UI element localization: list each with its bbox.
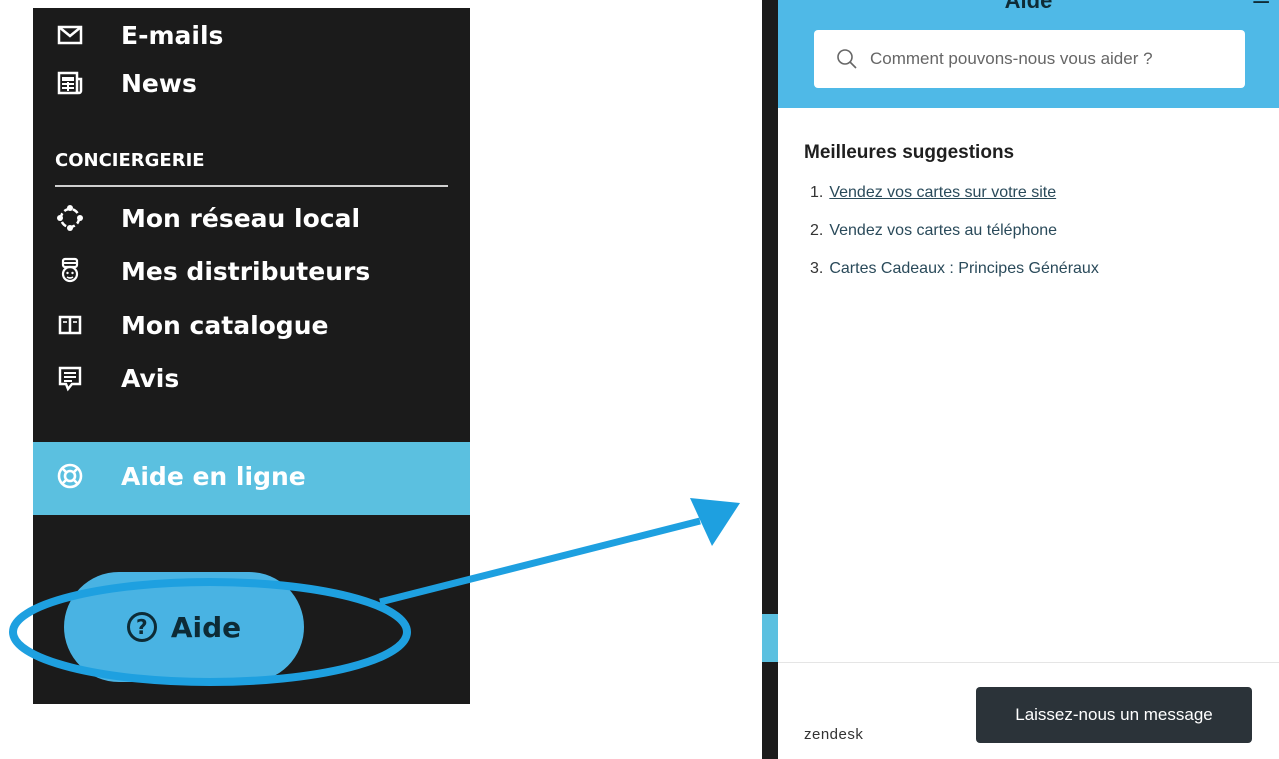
lifebuoy-icon [55, 461, 85, 491]
newspaper-icon [55, 68, 85, 98]
sidebar-item-label: E-mails [121, 20, 224, 50]
suggestions-list: 1. Vendez vos cartes sur votre site 2. V… [810, 178, 1099, 292]
network-icon [55, 203, 85, 233]
help-widget: Aide – Meilleures suggestions 1. Vendez … [762, 0, 1279, 759]
minimize-button[interactable]: – [1253, 0, 1269, 16]
widget-title: Aide [1004, 0, 1053, 13]
distributor-icon [55, 256, 85, 286]
leave-message-button[interactable]: Laissez-nous un message [976, 687, 1252, 743]
help-button[interactable]: ? Aide [64, 572, 304, 682]
sidebar-item-distributeurs[interactable]: Mes distributeurs [55, 256, 370, 286]
list-item: 2. Vendez vos cartes au téléphone [810, 216, 1099, 254]
background-edge-accent [762, 614, 778, 662]
list-item: 3. Cartes Cadeaux : Principes Généraux [810, 254, 1099, 292]
sidebar-item-emails[interactable]: E-mails [55, 20, 223, 50]
suggestion-number: 1. [810, 184, 824, 201]
suggestion-number: 2. [810, 222, 824, 239]
list-item: 1. Vendez vos cartes sur votre site [810, 178, 1099, 216]
sidebar-item-label: Mes distributeurs [121, 256, 371, 286]
sidebar-item-catalogue[interactable]: Mon catalogue [55, 310, 328, 340]
book-icon [55, 310, 85, 340]
search-icon [837, 49, 857, 69]
widget-header: Aide – [778, 0, 1279, 108]
divider [55, 185, 448, 187]
sidebar-item-reseau-local[interactable]: Mon réseau local [55, 203, 360, 233]
comment-icon [55, 363, 85, 393]
help-button-label: Aide [170, 610, 242, 644]
sidebar-item-label: Avis [121, 363, 180, 393]
sidebar-item-aide-en-ligne[interactable]: Aide en ligne [33, 442, 470, 515]
arrow-head-icon [690, 498, 740, 546]
sidebar-item-news[interactable]: News [55, 68, 197, 98]
suggestions-title: Meilleures suggestions [804, 142, 1015, 163]
sidebar-item-label: Mon réseau local [121, 203, 361, 233]
footer-divider [778, 662, 1279, 663]
help-panel: Aide – Meilleures suggestions 1. Vendez … [778, 0, 1279, 759]
suggestion-link[interactable]: Vendez vos cartes sur votre site [829, 178, 1056, 216]
sidebar-item-label: Aide en ligne [121, 461, 306, 491]
sidebar-item-avis[interactable]: Avis [55, 363, 179, 393]
search-input[interactable] [868, 48, 1232, 70]
question-icon: ? [126, 612, 157, 642]
zendesk-logo: zendesk [804, 726, 864, 743]
suggestion-link[interactable]: Cartes Cadeaux : Principes Généraux [829, 254, 1098, 292]
search-box[interactable] [814, 30, 1245, 88]
section-title: CONCIERGERIE [55, 150, 205, 171]
mail-icon [55, 20, 85, 50]
suggestion-link[interactable]: Vendez vos cartes au téléphone [829, 216, 1057, 254]
suggestion-number: 3. [810, 260, 824, 277]
sidebar-item-label: Mon catalogue [121, 310, 329, 340]
sidebar-item-label: News [121, 68, 197, 98]
